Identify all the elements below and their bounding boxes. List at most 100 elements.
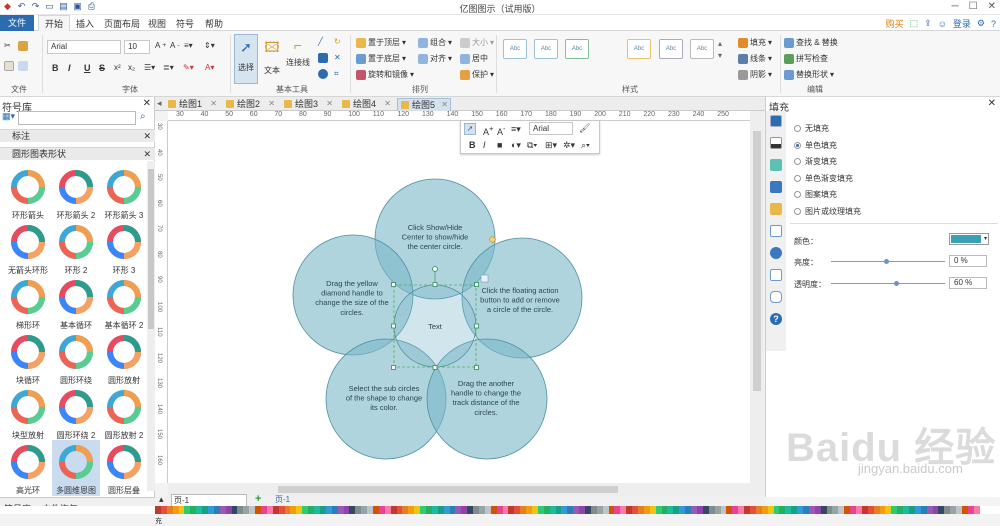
category-callout[interactable]: 标注 ✕	[0, 129, 155, 142]
login-link[interactable]: 登录	[953, 17, 971, 30]
shape-14[interactable]: 圆形环绕 2	[52, 385, 100, 441]
select-tool-button[interactable]: ➚ 选择	[234, 34, 258, 84]
fill-button[interactable]: 填充 ▾	[738, 37, 772, 48]
brightness-slider-knob[interactable]	[884, 259, 889, 264]
paste-icon[interactable]	[4, 61, 14, 71]
style-preset-6[interactable]: Abc	[690, 39, 714, 59]
fill-option-4[interactable]: 单色渐变填充	[794, 173, 853, 184]
menu-help[interactable]: 帮助	[205, 17, 223, 30]
send-to-back-button[interactable]: 置于底层 ▾	[356, 53, 406, 64]
library-menu-icon[interactable]: ▦▾	[2, 111, 15, 122]
library-search-input[interactable]	[18, 111, 136, 125]
tab-close-icon[interactable]: ✕	[210, 98, 217, 110]
tab-close-icon[interactable]: ✕	[384, 98, 391, 110]
style-preset-3[interactable]: Abc	[565, 39, 589, 59]
italic-button[interactable]: I	[68, 63, 71, 73]
shadow-button[interactable]: 阴影 ▾	[738, 69, 772, 80]
close-icon[interactable]: ✕	[988, 1, 996, 12]
shape-2[interactable]: 环形箭头 2	[52, 165, 100, 221]
line-tab-icon[interactable]	[770, 137, 782, 149]
shape-6[interactable]: 环形 3	[100, 220, 148, 276]
floatbar-arrange-icon[interactable]: ⧉▾	[527, 140, 537, 151]
category-close-icon[interactable]: ✕	[143, 148, 151, 161]
page-nav-icon[interactable]: ▴	[159, 494, 164, 505]
line-button[interactable]: 线条 ▾	[738, 53, 772, 64]
shrink-font-icon[interactable]: A-	[497, 124, 506, 137]
shape-17[interactable]: 多圆维恩图	[52, 440, 100, 496]
palette-swatch[interactable]	[973, 506, 980, 514]
group-button[interactable]: 组合 ▾	[418, 37, 452, 48]
shape-10[interactable]: 块循环	[4, 330, 52, 386]
polyline-icon[interactable]: ⌗	[334, 69, 339, 79]
style-scroll-down-icon[interactable]: ▾	[718, 51, 722, 60]
shape-7[interactable]: 梯形环	[4, 275, 52, 331]
floatbar-tools-icon[interactable]: ✲▾	[563, 140, 575, 151]
search-icon[interactable]: ⌕	[140, 111, 146, 122]
minimize-icon[interactable]: ─	[952, 1, 959, 12]
bullets-icon[interactable]: ≡▾	[184, 41, 193, 50]
subscript-icon[interactable]: x₂	[128, 63, 135, 72]
rotate-mirror-button[interactable]: 旋转和镜像 ▾	[356, 69, 414, 80]
comment-tab-icon[interactable]	[770, 291, 782, 303]
center-button[interactable]: 居中	[460, 53, 488, 64]
shape-11[interactable]: 圆形环绕	[52, 330, 100, 386]
shape-15[interactable]: 圆形放射 2	[100, 385, 148, 441]
style-preset-4[interactable]: Abc	[627, 39, 651, 59]
line-spacing-icon[interactable]: ⇕▾	[204, 41, 215, 50]
buy-link[interactable]: 购买	[886, 17, 904, 30]
data-tab-icon[interactable]	[770, 225, 782, 237]
shape-4[interactable]: 无箭头环形	[4, 220, 52, 276]
bring-to-front-button[interactable]: 置于顶层 ▾	[356, 37, 406, 48]
canvas-vertical-scrollbar[interactable]	[750, 111, 764, 496]
shape-12[interactable]: 圆形放射	[100, 330, 148, 386]
menu-page-layout[interactable]: 页面布局	[104, 17, 140, 30]
floatbar-bold-button[interactable]: B	[469, 140, 476, 150]
shape-18[interactable]: 圆形层叠	[100, 440, 148, 496]
pointer-icon[interactable]: ➚	[464, 123, 476, 135]
highlight-icon[interactable]: ✎▾	[183, 63, 194, 72]
transparency-slider-knob[interactable]	[894, 281, 899, 286]
curve-icon[interactable]: ✕	[334, 53, 341, 62]
floatbar-line-icon[interactable]: ◐▾	[511, 140, 521, 151]
floatbar-fill-icon[interactable]: ■	[497, 140, 502, 150]
share-icon[interactable]: ⬚	[910, 18, 919, 29]
tab-close-icon[interactable]: ✕	[268, 98, 275, 110]
shape-13[interactable]: 块型放射	[4, 385, 52, 441]
floatbar-connector-icon[interactable]: ⌕▾	[581, 140, 590, 151]
paragraph-icon[interactable]: ≡▾	[511, 124, 521, 135]
floating-action-button[interactable]	[480, 274, 489, 283]
align-icon[interactable]: ≣▾	[163, 63, 174, 72]
underline-button[interactable]: U	[84, 63, 91, 73]
tab-close-icon[interactable]: ✕	[441, 99, 448, 111]
tab-1[interactable]: 绘图1 ✕	[165, 98, 219, 111]
export-icon[interactable]: ⇪	[924, 18, 932, 29]
fill-option-5[interactable]: 图案填充	[794, 189, 837, 200]
shape-3[interactable]: 环形箭头 3	[100, 165, 148, 221]
line-icon[interactable]: ╱	[318, 37, 323, 46]
grow-font-icon[interactable]: A+	[483, 124, 493, 137]
image-tab-icon[interactable]	[770, 181, 782, 193]
menu-file[interactable]: 文件	[0, 15, 34, 31]
tab-4[interactable]: 绘图4 ✕	[339, 98, 393, 111]
settings-icon[interactable]: ⚙	[977, 18, 985, 29]
fill-tab-icon[interactable]	[770, 115, 782, 127]
floatbar-italic-button[interactable]: I	[483, 140, 486, 150]
menu-symbol[interactable]: 符号	[176, 17, 194, 30]
rectangle-icon[interactable]	[318, 53, 328, 63]
add-page-icon[interactable]: +	[255, 493, 261, 505]
align-button[interactable]: 对齐 ▾	[418, 53, 452, 64]
menu-insert[interactable]: 插入	[76, 17, 94, 30]
copy-format-icon[interactable]	[18, 41, 28, 51]
drawing-canvas[interactable]: Click Show/Hide Center to show/hide the ce…	[168, 121, 750, 483]
strikethrough-button[interactable]: S	[99, 63, 105, 73]
format-painter-icon[interactable]: 🖌	[579, 123, 590, 134]
ellipse-icon[interactable]	[318, 69, 328, 79]
tab-scroll-icon[interactable]: ◂	[157, 98, 162, 109]
transparency-slider[interactable]	[831, 283, 945, 284]
clipboard-icon[interactable]	[18, 61, 28, 71]
bold-button[interactable]: B	[52, 63, 59, 73]
shape-5[interactable]: 环形 2	[52, 220, 100, 276]
fill-option-3[interactable]: 渐变填充	[794, 156, 837, 167]
venn-diagram[interactable]: Click Show/HideCenter to show/hidethe ce…	[168, 121, 750, 483]
shape-9[interactable]: 基本循环 2	[100, 275, 148, 331]
